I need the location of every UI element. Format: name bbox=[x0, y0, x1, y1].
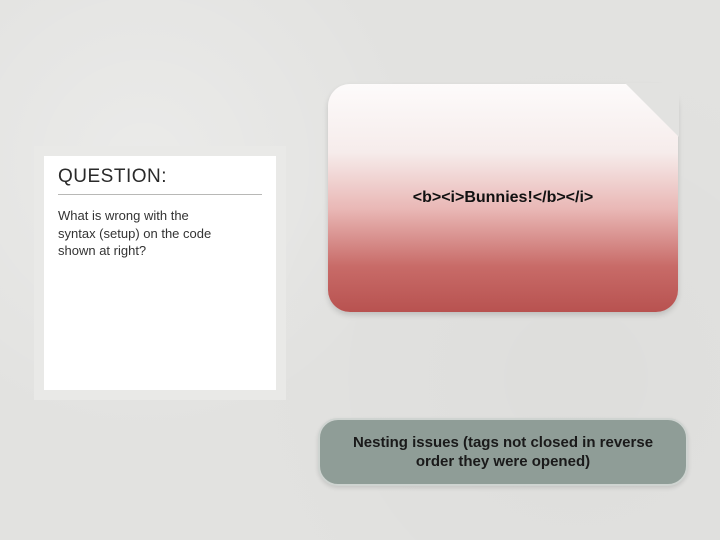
card-notch-decoration bbox=[625, 83, 679, 137]
code-card: <b><i>Bunnies!</b></i> bbox=[328, 84, 678, 312]
answer-card: Nesting issues (tags not closed in rever… bbox=[318, 418, 688, 486]
question-body: What is wrong with the syntax (setup) on… bbox=[58, 207, 228, 260]
answer-text: Nesting issues (tags not closed in rever… bbox=[340, 433, 666, 472]
code-snippet: <b><i>Bunnies!</b></i> bbox=[413, 189, 594, 207]
question-card: QUESTION: What is wrong with the syntax … bbox=[34, 146, 286, 400]
question-heading: QUESTION: bbox=[58, 166, 262, 195]
